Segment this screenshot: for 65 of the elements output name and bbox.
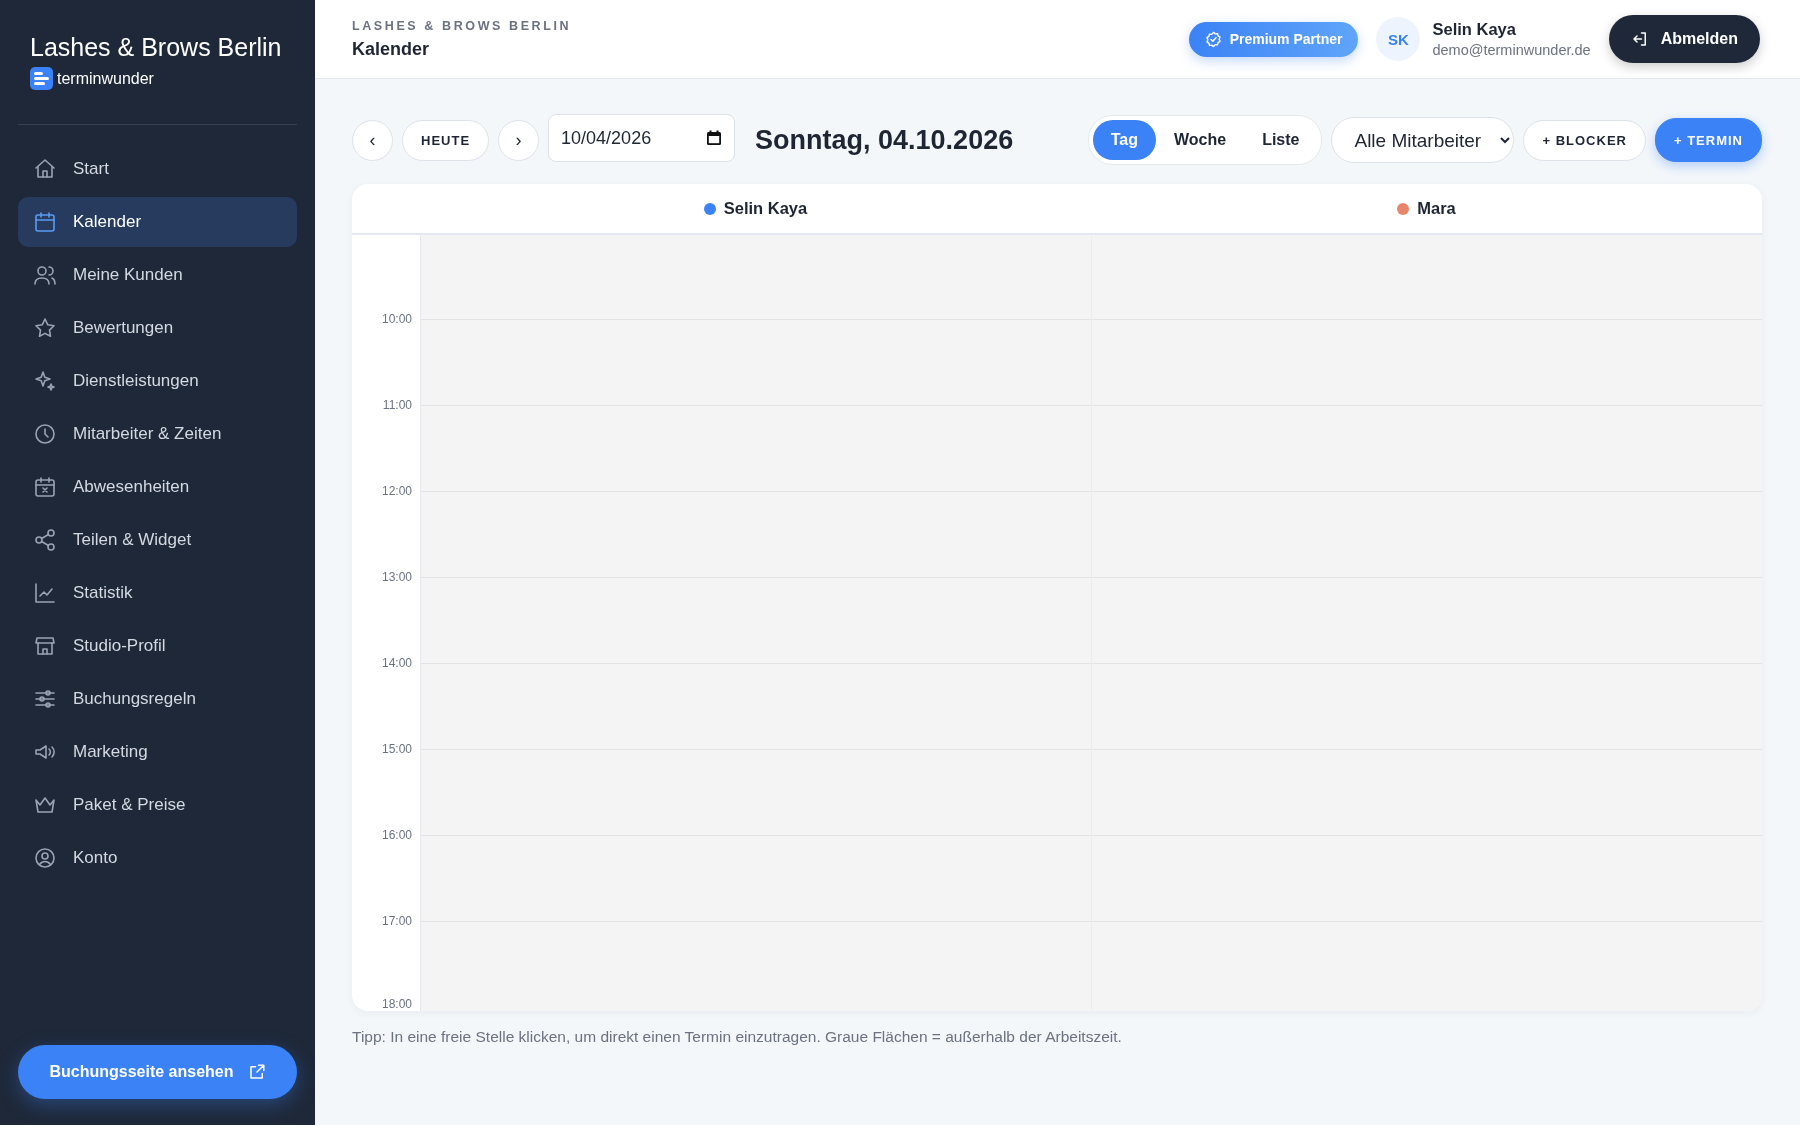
hour-label: 18:00 bbox=[381, 997, 412, 1011]
nav-item[interactable]: Buchungsregeln bbox=[18, 674, 297, 724]
premium-badge: Premium Partner bbox=[1188, 21, 1359, 57]
nav-item[interactable]: Meine Kunden bbox=[18, 250, 297, 300]
view-tab[interactable]: Liste bbox=[1244, 120, 1318, 160]
view-tab[interactable]: Woche bbox=[1155, 120, 1245, 160]
next-button[interactable]: › bbox=[498, 119, 540, 161]
nav-item[interactable]: Konto bbox=[18, 833, 297, 883]
share-icon bbox=[33, 528, 57, 552]
previous-button[interactable]: ‹ bbox=[352, 119, 393, 161]
nav-item[interactable]: Paket & Preise bbox=[18, 780, 297, 830]
nav-item[interactable]: Studio-Profil bbox=[18, 621, 297, 671]
today-button[interactable]: HEUTE bbox=[402, 119, 490, 161]
logout-icon bbox=[1630, 30, 1649, 48]
chart-icon bbox=[33, 581, 57, 605]
brand-name: terminwunder bbox=[57, 69, 154, 88]
nav-item[interactable]: Bewertungen bbox=[18, 303, 297, 353]
user-name: Selin Kaya bbox=[1432, 20, 1517, 39]
logout-button[interactable]: Abmelden bbox=[1608, 15, 1760, 63]
nav-item[interactable]: Marketing bbox=[18, 727, 297, 777]
nav-item[interactable]: Mitarbeiter & Zeiten bbox=[18, 409, 297, 459]
user-avatar: SK bbox=[1376, 17, 1421, 61]
home-icon bbox=[33, 157, 57, 181]
hour-label: 11:00 bbox=[382, 398, 412, 412]
staff-name: Mara bbox=[1417, 199, 1456, 218]
nav-item[interactable]: Start bbox=[18, 144, 297, 194]
date-field[interactable]: 10/04/2026 bbox=[548, 114, 736, 162]
hour-label: 13:00 bbox=[381, 570, 412, 584]
star-icon bbox=[33, 316, 57, 340]
studio-name: Lashes & Brows Berlin bbox=[30, 32, 283, 63]
hour-label: 16:00 bbox=[381, 828, 412, 842]
studio-eyebrow: LASHES & BROWS BERLIN bbox=[352, 18, 572, 33]
view-tab[interactable]: Tag bbox=[1092, 120, 1156, 160]
user-email: demo@terminwunder.de bbox=[1432, 42, 1591, 58]
hour-label: 14:00 bbox=[381, 656, 412, 670]
hour-label: 17:00 bbox=[381, 914, 412, 928]
calendar-icon bbox=[706, 130, 723, 146]
staff-select[interactable]: Alle Mitarbeiter bbox=[1331, 117, 1515, 163]
users-icon bbox=[33, 263, 57, 287]
day-column[interactable] bbox=[421, 235, 1091, 1011]
new-appointment-button[interactable]: + TERMIN bbox=[1654, 118, 1762, 162]
logo-icon bbox=[30, 67, 53, 90]
hour-label: 15:00 bbox=[381, 742, 412, 756]
nav-item[interactable]: Kalender bbox=[18, 197, 297, 247]
nav-item[interactable]: Teilen & Widget bbox=[18, 515, 297, 565]
staff-name: Selin Kaya bbox=[723, 199, 808, 218]
verified-icon bbox=[1204, 30, 1222, 48]
blocker-button[interactable]: + BLOCKER bbox=[1523, 119, 1646, 161]
calendar-icon bbox=[33, 210, 57, 234]
page-title: Kalender bbox=[352, 38, 431, 60]
nav-item[interactable]: Dienstleistungen bbox=[18, 356, 297, 406]
nav-item[interactable]: Abwesenheiten bbox=[18, 462, 297, 512]
calendar-x-icon bbox=[33, 475, 57, 499]
hour-label: 12:00 bbox=[381, 484, 412, 498]
sparkle-icon bbox=[33, 369, 57, 393]
user-circle-icon bbox=[33, 846, 57, 870]
hour-label: 10:00 bbox=[381, 312, 412, 326]
date-heading: Sonntag, 04.10.2026 bbox=[755, 124, 1014, 156]
sliders-icon bbox=[33, 687, 57, 711]
clock-icon bbox=[33, 422, 57, 446]
nav-item[interactable]: Statistik bbox=[18, 568, 297, 618]
booking-page-button[interactable]: Buchungsseite ansehen bbox=[18, 1045, 297, 1099]
external-link-icon bbox=[247, 1063, 266, 1081]
tip-text: Tipp: In eine freie Stelle klicken, um direkt einen Termin einzutragen. Graue Flächen = außerhalb der Arbeitszeit. bbox=[352, 1028, 1123, 1046]
store-icon bbox=[33, 634, 57, 658]
